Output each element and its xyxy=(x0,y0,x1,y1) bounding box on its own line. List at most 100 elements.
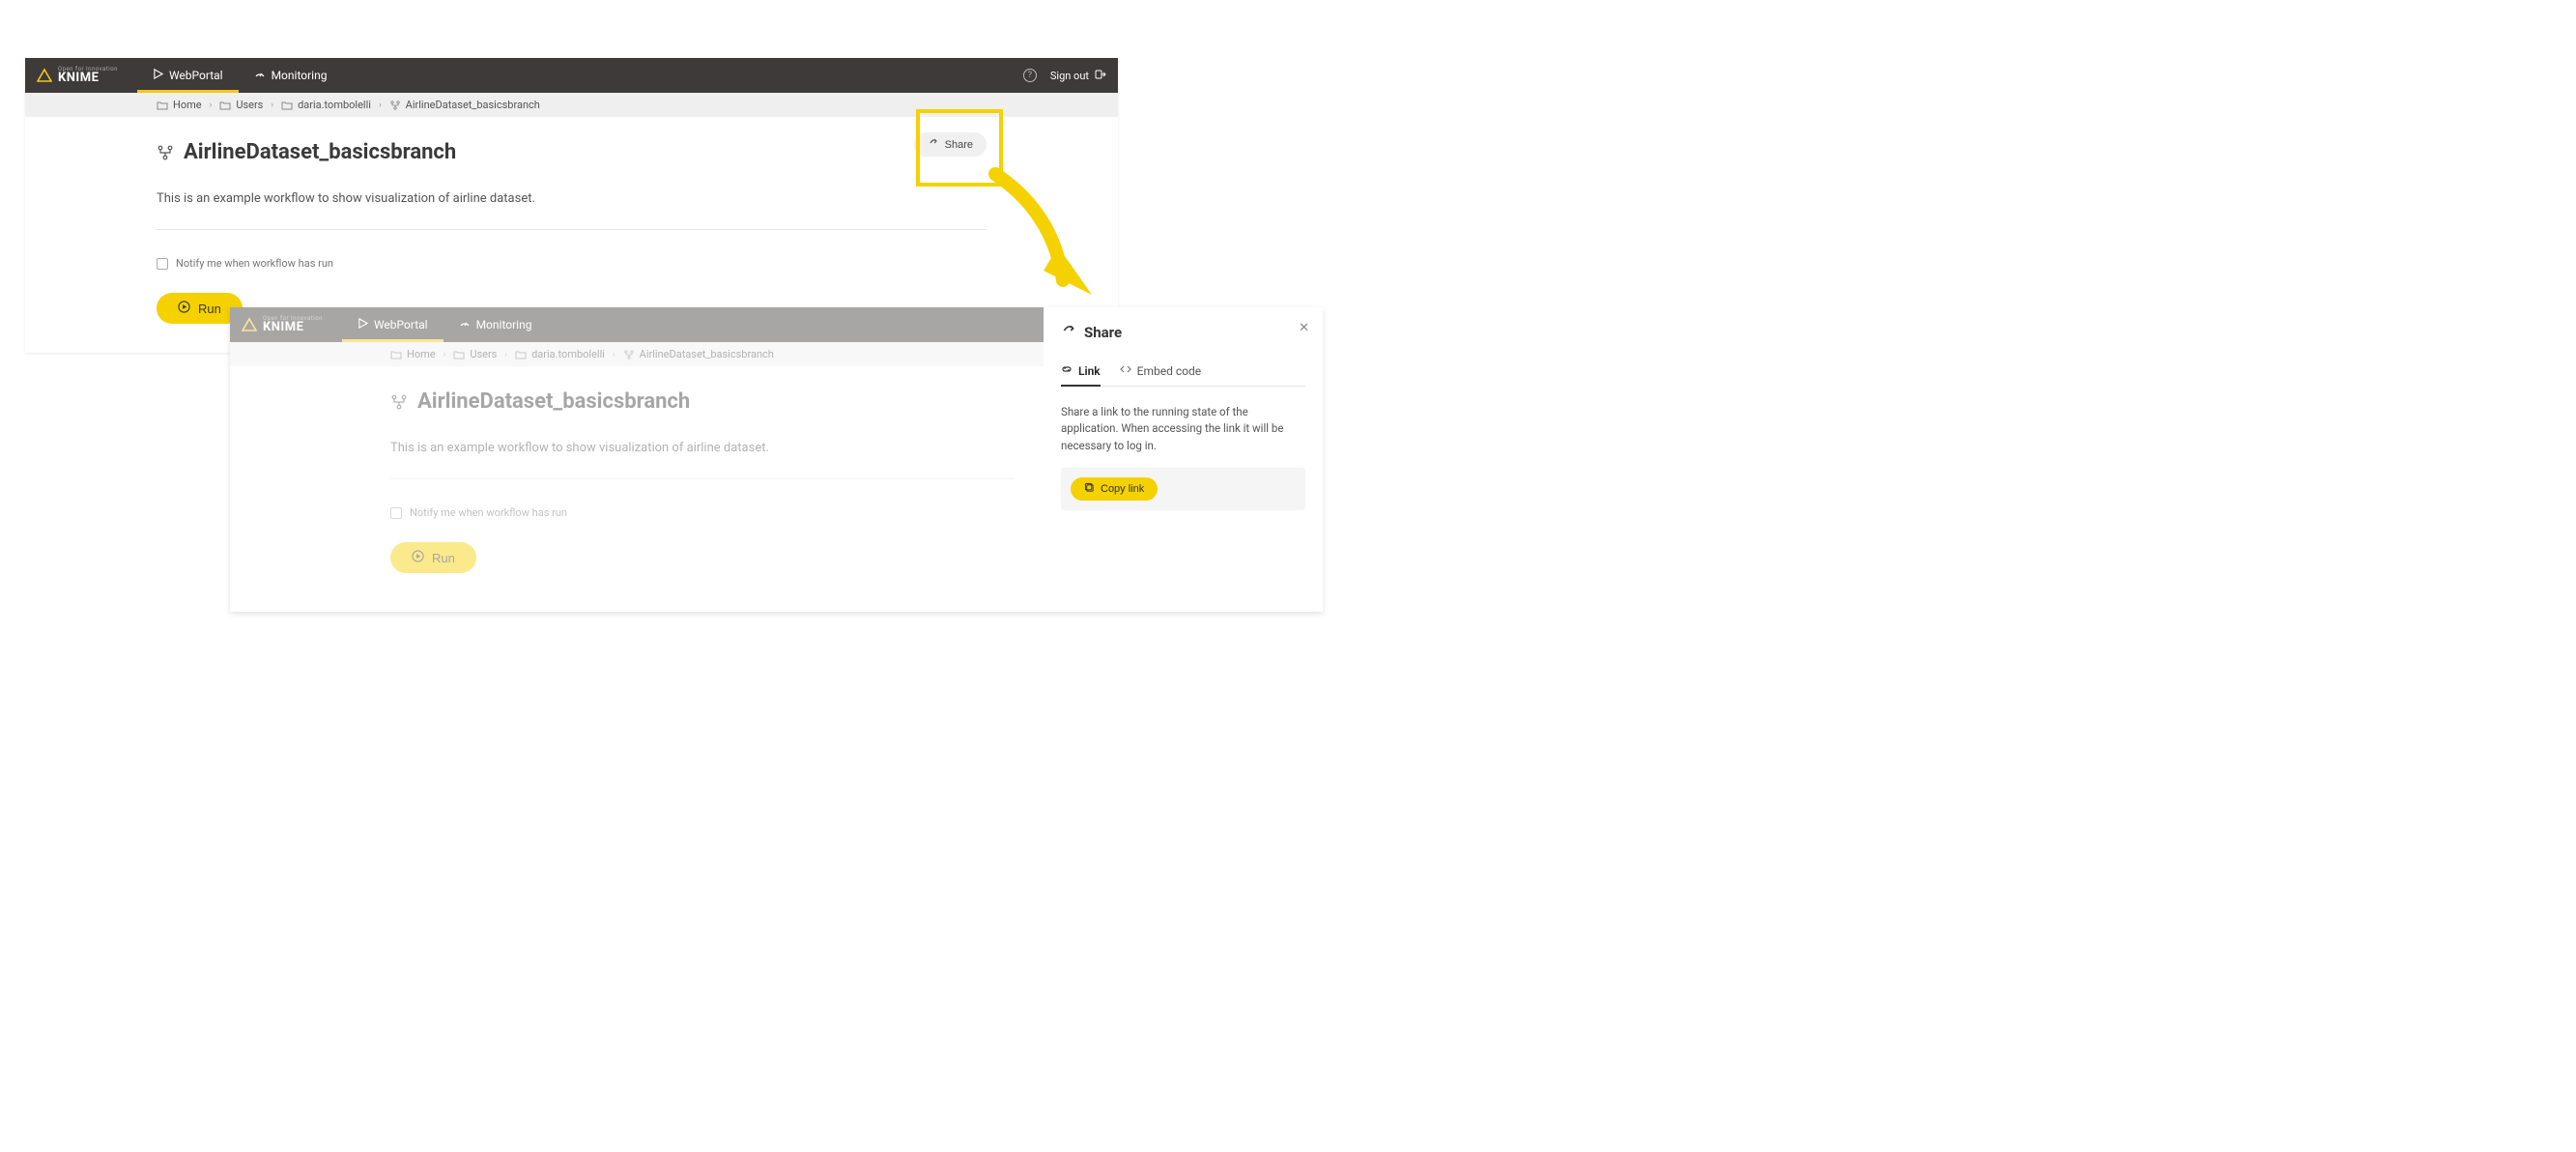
top-header: Open for Innovation KNIME WebPortal Moni… xyxy=(25,58,1118,93)
crumb-users[interactable]: Users xyxy=(219,99,263,111)
copy-icon xyxy=(1084,482,1095,496)
share-tabs: Link Embed code xyxy=(1061,363,1305,387)
help-icon[interactable]: ? xyxy=(1023,69,1037,82)
notify-checkbox[interactable] xyxy=(390,507,402,519)
copy-link-area: Copy link xyxy=(1061,468,1305,510)
signout-link[interactable]: Sign out xyxy=(1050,69,1106,83)
chevron-right-icon: › xyxy=(613,350,615,360)
crumb-label: AirlineDataset_basicsbranch xyxy=(640,348,774,360)
crumb-label: daria.tombolelli xyxy=(531,348,605,360)
crumb-label: AirlineDataset_basicsbranch xyxy=(406,99,540,111)
share-icon xyxy=(1061,323,1076,342)
gauge-icon xyxy=(459,318,471,332)
share-panel-header: Share xyxy=(1061,323,1305,342)
share-button[interactable]: Share xyxy=(914,132,987,157)
share-description: Share a link to the running state of the… xyxy=(1061,404,1305,454)
divider xyxy=(157,229,987,230)
workflow-icon xyxy=(157,144,174,161)
crumb-label: Users xyxy=(236,99,263,111)
crumb-user[interactable]: daria.tombolelli xyxy=(515,348,605,360)
detail-window: Open for Innovation KNIME WebPortal Moni… xyxy=(230,307,1323,612)
notify-row[interactable]: Notify me when workflow has run xyxy=(390,506,1015,519)
share-tab-embed[interactable]: Embed code xyxy=(1120,363,1201,386)
page-content: AirlineDataset_basicsbranch This is an e… xyxy=(230,366,1044,612)
share-tab-embed-label: Embed code xyxy=(1137,364,1201,378)
share-tab-link[interactable]: Link xyxy=(1061,363,1101,386)
folder-icon xyxy=(453,349,465,360)
brand-logo: Open for Innovation KNIME xyxy=(37,66,118,85)
close-icon[interactable]: ✕ xyxy=(1299,321,1309,335)
nav-webportal-label: WebPortal xyxy=(169,69,223,82)
copy-link-label: Copy link xyxy=(1101,483,1144,495)
chevron-right-icon: › xyxy=(504,350,507,360)
breadcrumb: Home › Users › daria.tombolelli › Airlin… xyxy=(230,342,1044,366)
header-right: ? Sign out xyxy=(1023,69,1106,83)
folder-icon xyxy=(219,100,231,111)
workflow-icon xyxy=(390,393,408,411)
top-nav: WebPortal Monitoring xyxy=(342,307,548,342)
play-icon xyxy=(153,69,163,82)
play-circle-icon xyxy=(178,301,190,316)
nav-webportal-label: WebPortal xyxy=(374,318,428,331)
page-title: AirlineDataset_basicsbranch xyxy=(184,140,456,164)
share-panel-title: Share xyxy=(1084,324,1122,341)
gauge-icon xyxy=(254,69,266,83)
page-title: AirlineDataset_basicsbranch xyxy=(417,389,690,414)
crumb-workflow[interactable]: AirlineDataset_basicsbranch xyxy=(389,99,540,111)
crumb-user[interactable]: daria.tombolelli xyxy=(281,99,371,111)
notify-label: Notify me when workflow has run xyxy=(410,506,567,519)
folder-icon xyxy=(390,349,402,360)
knime-logo-icon xyxy=(37,68,52,83)
chevron-right-icon: › xyxy=(444,350,446,360)
brand-name: KNIME xyxy=(58,71,99,85)
chevron-right-icon: › xyxy=(379,101,382,110)
nav-webportal[interactable]: WebPortal xyxy=(342,307,444,342)
crumb-home[interactable]: Home xyxy=(390,348,436,360)
title-row: AirlineDataset_basicsbranch xyxy=(390,389,1015,414)
share-tab-link-label: Link xyxy=(1078,364,1101,378)
share-button-label: Share xyxy=(945,139,973,151)
page-description: This is an example workflow to show visu… xyxy=(157,191,987,206)
nav-monitoring-label: Monitoring xyxy=(272,69,328,82)
notify-checkbox[interactable] xyxy=(157,258,168,270)
nav-monitoring-label: Monitoring xyxy=(476,318,532,331)
signout-icon xyxy=(1095,69,1106,83)
crumb-label: Home xyxy=(173,99,202,111)
crumb-workflow[interactable]: AirlineDataset_basicsbranch xyxy=(623,348,774,360)
copy-link-button[interactable]: Copy link xyxy=(1071,477,1158,501)
brand-logo: Open for Innovation KNIME xyxy=(242,315,323,334)
workflow-icon xyxy=(623,349,635,360)
top-nav: WebPortal Monitoring xyxy=(137,58,343,93)
nav-monitoring[interactable]: Monitoring xyxy=(444,307,548,342)
page-description: This is an example workflow to show visu… xyxy=(390,441,1015,455)
notify-row[interactable]: Notify me when workflow has run xyxy=(157,257,987,270)
play-icon xyxy=(358,318,368,331)
run-button[interactable]: Run xyxy=(390,542,476,573)
signout-label: Sign out xyxy=(1050,70,1089,82)
breadcrumb: Home › Users › daria.tombolelli › Airlin… xyxy=(25,93,1118,117)
workflow-icon xyxy=(389,100,401,111)
nav-webportal[interactable]: WebPortal xyxy=(137,58,239,93)
share-icon xyxy=(928,137,939,152)
crumb-label: daria.tombolelli xyxy=(298,99,371,111)
divider xyxy=(390,478,1015,479)
link-icon xyxy=(1061,363,1073,378)
crumb-label: Users xyxy=(470,348,497,360)
chevron-right-icon: › xyxy=(210,101,213,110)
crumb-home[interactable]: Home xyxy=(157,99,202,111)
crumb-label: Home xyxy=(407,348,436,360)
folder-icon xyxy=(281,100,293,111)
notify-label: Notify me when workflow has run xyxy=(176,257,333,270)
run-button-label: Run xyxy=(198,302,221,316)
nav-monitoring[interactable]: Monitoring xyxy=(239,58,343,93)
knime-logo-icon xyxy=(242,317,257,332)
share-panel: ✕ Share Link Embed code Share a link to … xyxy=(1044,307,1323,612)
folder-icon xyxy=(157,100,168,111)
top-header: Open for Innovation KNIME WebPortal Moni… xyxy=(230,307,1044,342)
crumb-users[interactable]: Users xyxy=(453,348,497,360)
title-row: AirlineDataset_basicsbranch xyxy=(157,140,987,164)
folder-icon xyxy=(515,349,527,360)
run-button-label: Run xyxy=(432,551,455,565)
play-circle-icon xyxy=(412,550,424,565)
chevron-right-icon: › xyxy=(271,101,273,110)
